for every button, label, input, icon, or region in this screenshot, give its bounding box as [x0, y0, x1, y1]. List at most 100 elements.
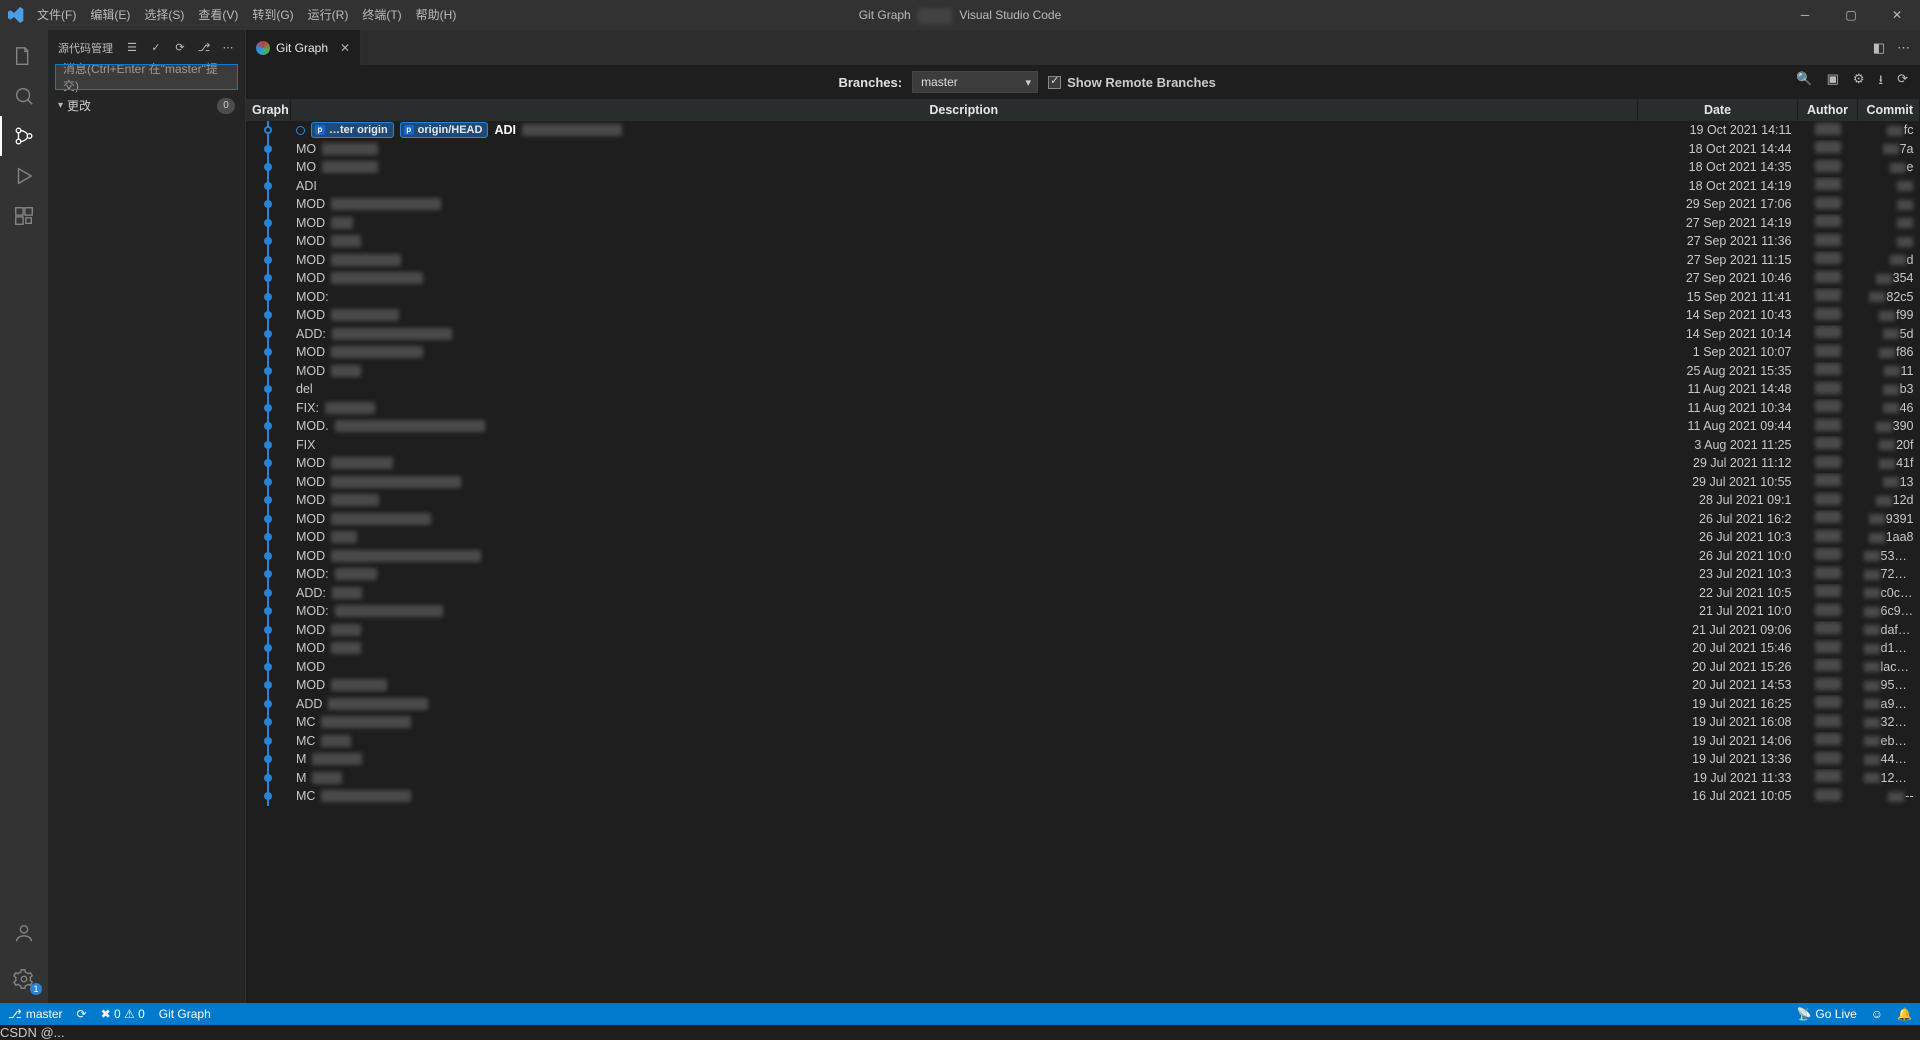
commit-row[interactable]: ADI18 Oct 2021 14:19 [246, 177, 1920, 196]
commit-row[interactable]: MOD:15 Sep 2021 11:4182c5 [246, 288, 1920, 307]
menu-item[interactable]: 编辑(E) [83, 0, 137, 30]
minimize-button[interactable]: ─ [1782, 0, 1828, 30]
th-commit[interactable]: Commit [1858, 99, 1920, 121]
redacted-hash [1890, 255, 1906, 265]
ref-tag[interactable]: p…ter origin [311, 122, 394, 138]
author-cell [1798, 343, 1858, 362]
status-branch[interactable]: ⎇ master [8, 1007, 63, 1021]
menu-item[interactable]: 文件(F) [30, 0, 83, 30]
commit-row[interactable]: MOD1 Sep 2021 10:07f86 [246, 343, 1920, 362]
graph-cell [246, 214, 290, 233]
status-feedback-icon[interactable]: ☺ [1871, 1007, 1883, 1021]
commit-row[interactable]: FIX:11 Aug 2021 10:3446 [246, 399, 1920, 418]
commit-row[interactable]: MOD:23 Jul 2021 10:372ae78 [246, 565, 1920, 584]
commit-row[interactable]: MOD25 Aug 2021 15:3511 [246, 362, 1920, 381]
commit-row[interactable]: MOD27 Sep 2021 11:36 [246, 232, 1920, 251]
menu-item[interactable]: 选择(S) [137, 0, 191, 30]
status-golive[interactable]: 📡 Go Live [1796, 1007, 1856, 1021]
menu-item[interactable]: 运行(R) [301, 0, 356, 30]
gg-terminal-icon[interactable]: ▣ [1827, 71, 1839, 93]
status-gitgraph[interactable]: Git Graph [159, 1007, 211, 1021]
commit-row[interactable]: ADD19 Jul 2021 16:25a9b82a8 [246, 695, 1920, 714]
redacted-hash [1897, 237, 1913, 247]
run-debug-icon[interactable] [0, 156, 48, 196]
th-graph[interactable]: Graph [246, 99, 290, 121]
show-remote-label: Show Remote Branches [1067, 75, 1216, 90]
author-cell [1798, 639, 1858, 658]
tab-git-graph[interactable]: Git Graph ✕ [246, 30, 361, 65]
menu-item[interactable]: 帮助(H) [409, 0, 464, 30]
commit-row[interactable]: del11 Aug 2021 14:48b3 [246, 380, 1920, 399]
commit-row[interactable]: MOD27 Sep 2021 10:46354 [246, 269, 1920, 288]
menu-item[interactable]: 转到(G) [245, 0, 300, 30]
scm-branch-icon[interactable]: ⎇ [197, 41, 211, 54]
commit-row[interactable]: MOD27 Sep 2021 11:15d [246, 251, 1920, 270]
graph-cell [246, 436, 290, 455]
commit-row[interactable]: FIX3 Aug 2021 11:2520f [246, 436, 1920, 455]
commit-row[interactable]: MOD14 Sep 2021 10:43f99 [246, 306, 1920, 325]
commit-row[interactable]: M19 Jul 2021 11:33120f82 [246, 769, 1920, 788]
commit-row[interactable]: MOD26 Jul 2021 16:29391 [246, 510, 1920, 529]
commit-row[interactable]: MOD20 Jul 2021 15:26lacb94c [246, 658, 1920, 677]
status-sync[interactable]: ⟳ [77, 1007, 87, 1021]
commit-row[interactable]: MC16 Jul 2021 10:05-- [246, 787, 1920, 806]
search-icon[interactable] [0, 76, 48, 116]
commit-row[interactable]: MOD20 Jul 2021 14:5395b1eb2 [246, 676, 1920, 695]
commit-message-input[interactable]: 消息(Ctrl+Enter 在"master"提交) [56, 65, 237, 89]
settings-gear-icon[interactable]: 1 [0, 959, 48, 999]
menu-item[interactable]: 查看(V) [191, 0, 245, 30]
ref-tag[interactable]: porigin/HEAD [400, 122, 489, 138]
gg-settings-icon[interactable]: ⚙ [1853, 71, 1865, 93]
redacted-text [331, 272, 423, 284]
commit-row[interactable]: MOD28 Jul 2021 09:112d [246, 491, 1920, 510]
changes-section[interactable]: ▾ 更改 0 [48, 95, 245, 116]
commit-row[interactable]: MOD29 Jul 2021 11:1241f [246, 454, 1920, 473]
commit-row[interactable]: MOD29 Sep 2021 17:06 [246, 195, 1920, 214]
extensions-icon[interactable] [0, 196, 48, 236]
menu-item[interactable]: 终端(T) [355, 0, 408, 30]
editor-more-icon[interactable]: ⋯ [1897, 40, 1910, 56]
show-remote-checkbox[interactable]: Show Remote Branches [1048, 75, 1216, 90]
graph-cell [246, 547, 290, 566]
close-button[interactable]: ✕ [1874, 0, 1920, 30]
scm-tree-icon[interactable]: ☰ [125, 41, 139, 54]
date-cell: 16 Jul 2021 10:05 [1638, 787, 1798, 806]
commit-row[interactable]: MOD29 Jul 2021 10:5513 [246, 473, 1920, 492]
author-cell [1798, 214, 1858, 233]
commit-row[interactable]: MO18 Oct 2021 14:35e [246, 158, 1920, 177]
commit-row[interactable]: MOD.11 Aug 2021 09:44390 [246, 417, 1920, 436]
scm-refresh-icon[interactable]: ⟳ [173, 41, 187, 54]
commit-row[interactable]: M19 Jul 2021 13:3644bdb [246, 750, 1920, 769]
commit-row[interactable]: MOD:21 Jul 2021 10:06c9aee [246, 602, 1920, 621]
explorer-icon[interactable] [0, 36, 48, 76]
th-description[interactable]: Description [290, 99, 1638, 121]
commit-row[interactable]: MO18 Oct 2021 14:447a [246, 140, 1920, 159]
account-icon[interactable] [0, 913, 48, 953]
split-editor-icon[interactable]: ◧ [1873, 40, 1885, 56]
scm-icon[interactable] [0, 116, 48, 156]
commit-row[interactable]: ADD: 22 Jul 2021 10:5c0c7c0 [246, 584, 1920, 603]
scm-commit-icon[interactable]: ✓ [149, 41, 163, 54]
commit-row[interactable]: p…ter originporigin/HEADADI19 Oct 2021 1… [246, 121, 1920, 140]
commit-row[interactable]: ADD:14 Sep 2021 10:145d [246, 325, 1920, 344]
graph-cell [246, 658, 290, 677]
th-date[interactable]: Date [1638, 99, 1798, 121]
th-author[interactable]: Author [1798, 99, 1858, 121]
branch-select[interactable]: master [912, 71, 1038, 93]
status-problems[interactable]: ✖ 0 ⚠ 0 [101, 1007, 145, 1021]
commit-row[interactable]: MOD26 Jul 2021 10:31aa8 [246, 528, 1920, 547]
commit-row[interactable]: MOD26 Jul 2021 10:053b92 [246, 547, 1920, 566]
maximize-button[interactable]: ▢ [1828, 0, 1874, 30]
commit-row[interactable]: MC19 Jul 2021 14:06eb3a380 [246, 732, 1920, 751]
date-cell: 1 Sep 2021 10:07 [1638, 343, 1798, 362]
status-bell-icon[interactable]: 🔔 [1897, 1007, 1912, 1021]
commit-row[interactable]: MC19 Jul 2021 16:083276d74 [246, 713, 1920, 732]
gg-search-icon[interactable]: 🔍 [1796, 71, 1812, 93]
gg-refresh-icon[interactable]: ⟳ [1897, 71, 1908, 93]
commit-row[interactable]: MOD20 Jul 2021 15:46d1b873c [246, 639, 1920, 658]
scm-more-icon[interactable]: ⋯ [221, 41, 235, 54]
gg-fetch-icon[interactable]: ⭳ [1879, 71, 1884, 93]
commit-row[interactable]: MOD21 Jul 2021 09:06dafc15 [246, 621, 1920, 640]
tab-close-icon[interactable]: ✕ [340, 41, 350, 55]
commit-row[interactable]: MOD27 Sep 2021 14:19 [246, 214, 1920, 233]
